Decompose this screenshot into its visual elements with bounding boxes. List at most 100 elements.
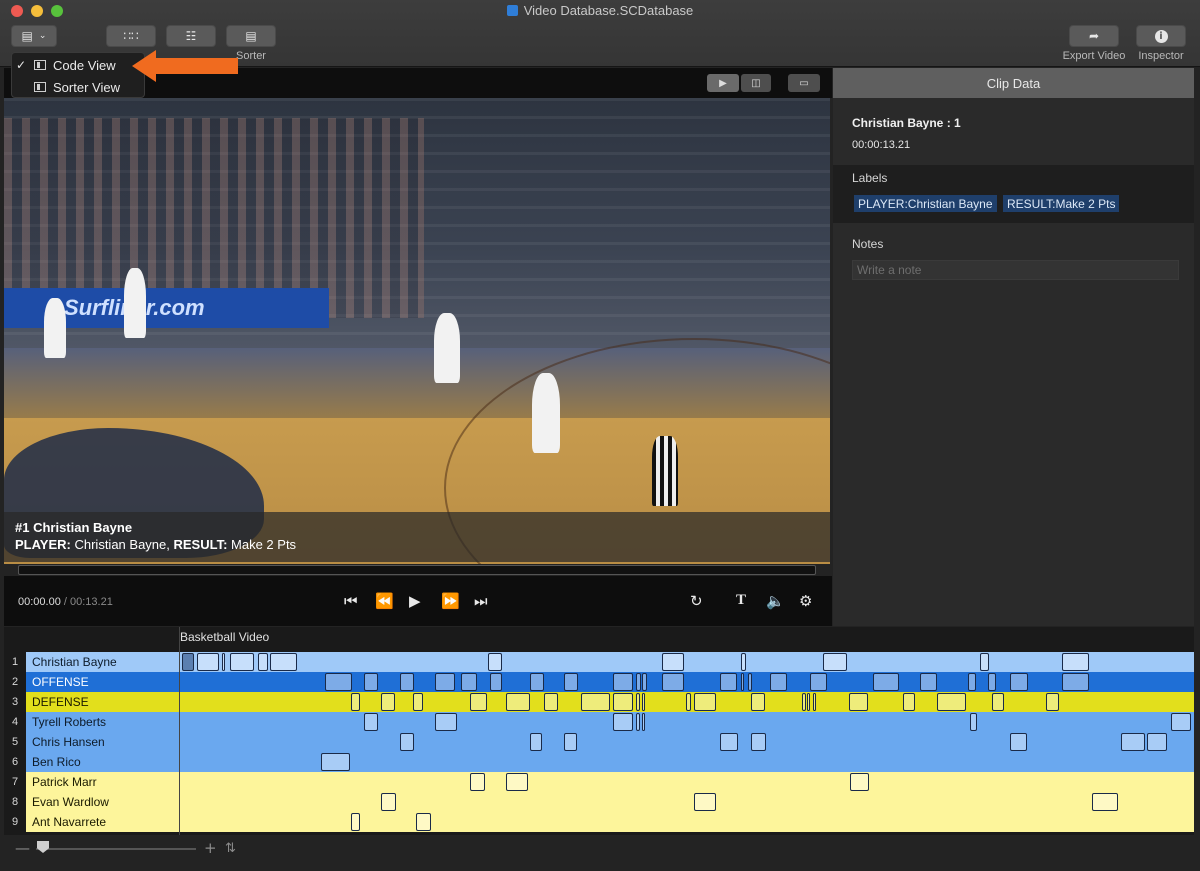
export-video-button[interactable]: ➦ <box>1069 25 1119 47</box>
label-tag-player[interactable]: PLAYER:Christian Bayne <box>854 195 997 212</box>
timeline-view-button[interactable]: ☷ <box>166 25 216 47</box>
instance-clip[interactable] <box>1121 733 1145 751</box>
instance-clip[interactable] <box>364 713 378 731</box>
instance-clip[interactable] <box>1010 673 1028 691</box>
row-button[interactable]: Ant Navarrete <box>26 812 179 832</box>
rewind-button[interactable]: ⏪ <box>375 592 394 610</box>
instance-clip[interactable] <box>1171 713 1191 731</box>
instance-clip[interactable] <box>1046 693 1059 711</box>
instance-clip[interactable] <box>435 713 457 731</box>
instance-clip[interactable] <box>720 733 738 751</box>
instance-clip[interactable] <box>741 673 744 691</box>
video-frame[interactable]: Surfliner.com <box>4 98 830 564</box>
fast-forward-button[interactable]: ⏩ <box>441 592 460 610</box>
instance-clip[interactable] <box>694 693 716 711</box>
instance-clip[interactable] <box>903 693 915 711</box>
instance-clip[interactable] <box>416 813 431 831</box>
instance-clip[interactable] <box>544 693 558 711</box>
instance-clip[interactable] <box>321 753 350 771</box>
row-track[interactable] <box>180 772 1194 792</box>
row-track[interactable] <box>180 792 1194 812</box>
row-button[interactable]: Ben Rico <box>26 752 179 772</box>
instance-clip[interactable] <box>850 773 869 791</box>
instance-clip[interactable] <box>351 693 360 711</box>
row-track[interactable] <box>180 712 1194 732</box>
play-button[interactable]: ▶ <box>409 592 421 610</box>
instance-clip[interactable] <box>613 693 633 711</box>
instance-clip[interactable] <box>1147 733 1167 751</box>
row-button[interactable]: Christian Bayne <box>26 652 179 672</box>
instance-clip[interactable] <box>751 693 765 711</box>
playback-scrubber[interactable] <box>18 565 816 575</box>
instance-clip[interactable] <box>400 673 414 691</box>
row-track[interactable] <box>180 752 1194 772</box>
instance-clip[interactable] <box>230 653 254 671</box>
volume-button[interactable]: 🔈 <box>766 592 785 610</box>
zoom-slider[interactable] <box>36 848 196 850</box>
instance-clip[interactable] <box>413 693 423 711</box>
row-track[interactable] <box>180 812 1194 832</box>
instance-clip[interactable] <box>400 733 414 751</box>
instance-clip[interactable] <box>564 733 577 751</box>
instance-clip[interactable] <box>270 653 297 671</box>
skip-forward-button[interactable]: ⏭ <box>474 592 488 610</box>
instance-clip[interactable] <box>662 673 684 691</box>
split-mode-button[interactable]: ◫ <box>741 74 771 92</box>
loop-button[interactable]: ↻ <box>690 592 703 610</box>
instance-clip[interactable] <box>435 673 455 691</box>
zoom-slider-knob[interactable] <box>37 841 49 853</box>
instance-clip[interactable] <box>980 653 989 671</box>
instance-clip[interactable] <box>751 733 766 751</box>
instance-clip[interactable] <box>662 653 684 671</box>
instance-clip[interactable] <box>564 673 578 691</box>
instance-clip[interactable] <box>1062 653 1089 671</box>
instance-clip[interactable] <box>813 693 816 711</box>
instance-clip[interactable] <box>636 713 640 731</box>
instance-clip[interactable] <box>802 693 806 711</box>
instance-clip[interactable] <box>873 673 899 691</box>
row-button[interactable]: Chris Hansen <box>26 732 179 752</box>
instance-clip[interactable] <box>364 673 378 691</box>
instance-clip[interactable] <box>810 673 827 691</box>
instance-clip[interactable] <box>694 793 716 811</box>
row-button[interactable]: Evan Wardlow <box>26 792 179 812</box>
instance-clip[interactable] <box>849 693 868 711</box>
instance-clip[interactable] <box>937 693 966 711</box>
row-button[interactable]: Patrick Marr <box>26 772 179 792</box>
instance-clip[interactable] <box>1010 733 1027 751</box>
instance-clip[interactable] <box>258 653 268 671</box>
instance-clip[interactable] <box>613 713 633 731</box>
instance-clip[interactable] <box>642 673 647 691</box>
row-track[interactable] <box>180 692 1194 712</box>
instance-clip[interactable] <box>920 673 937 691</box>
instance-clip[interactable] <box>970 713 977 731</box>
menu-item-sorter-view[interactable]: Sorter View <box>12 77 146 97</box>
instance-clip[interactable] <box>1092 793 1118 811</box>
instance-clip[interactable] <box>968 673 976 691</box>
notes-input[interactable] <box>852 260 1179 280</box>
row-button[interactable]: OFFENSE <box>26 672 179 692</box>
instance-clip[interactable] <box>222 653 225 671</box>
instance-clip[interactable] <box>581 693 610 711</box>
row-track[interactable] <box>180 672 1194 692</box>
instance-clip[interactable] <box>642 693 645 711</box>
instance-clip[interactable] <box>470 693 487 711</box>
instance-clip[interactable] <box>470 773 485 791</box>
sorter-button[interactable]: ▤ <box>226 25 276 47</box>
instance-clip[interactable] <box>197 653 219 671</box>
instance-clip[interactable] <box>381 693 395 711</box>
menu-item-code-view[interactable]: ✓ Code View <box>12 55 146 75</box>
instance-clip[interactable] <box>1062 673 1089 691</box>
skip-back-button[interactable]: ⏮ <box>344 592 358 610</box>
instance-clip[interactable] <box>381 793 396 811</box>
instance-clip[interactable] <box>506 773 528 791</box>
instance-clip[interactable] <box>988 673 996 691</box>
instance-clip[interactable] <box>823 653 847 671</box>
instance-clip[interactable] <box>636 693 640 711</box>
instance-clip[interactable] <box>807 693 810 711</box>
external-display-button[interactable]: ▭ <box>788 74 820 92</box>
row-button[interactable]: DEFENSE <box>26 692 179 712</box>
instance-clip[interactable] <box>613 673 633 691</box>
settings-button[interactable]: ⚙ <box>799 592 812 610</box>
instance-clip[interactable] <box>636 673 641 691</box>
